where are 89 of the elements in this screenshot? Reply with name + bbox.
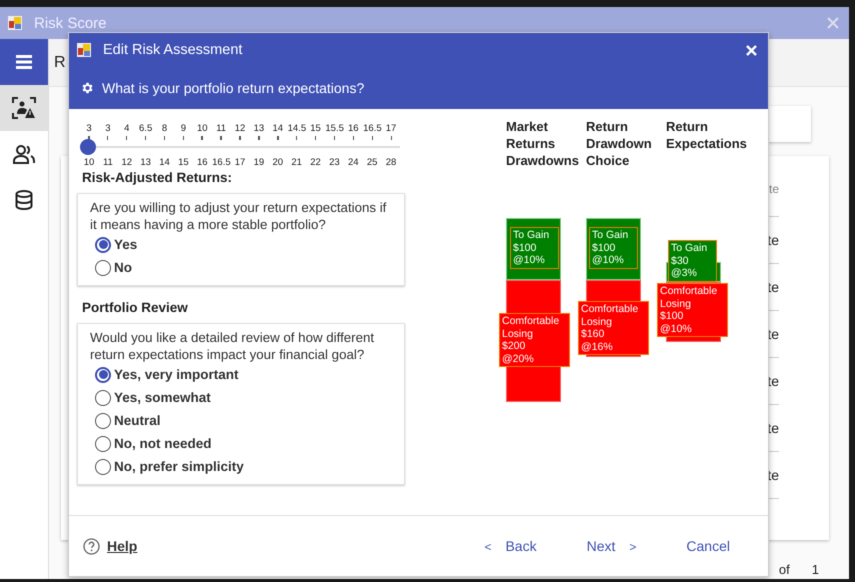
section-heading: Risk-Adjusted Returns: [81, 169, 234, 187]
radio-option[interactable]: Yes, very important [95, 363, 239, 386]
radio-option[interactable]: No, prefer simplicity [95, 455, 244, 478]
slider-label: 12 [120, 157, 134, 168]
gain-label: To Gain $100 @10% [589, 227, 638, 268]
sidebar-item[interactable] [0, 85, 48, 131]
radio-button[interactable] [95, 236, 111, 252]
column-header: Return Expectations [666, 118, 746, 152]
back-button[interactable]: < Back [484, 536, 537, 556]
slider-label: 22 [309, 157, 322, 168]
slider-label: 12 [234, 123, 246, 134]
dialog-title: Edit Risk Assessment [103, 42, 242, 58]
page-title: R [54, 54, 66, 72]
app-icon [8, 16, 22, 30]
loss-label: Comfortable Losing $160 @16% [578, 301, 649, 355]
radio-button[interactable] [95, 412, 111, 428]
gain-label: To Gain $30 @3% [668, 240, 717, 282]
page-count: 1 [812, 562, 819, 577]
column-header: Market Returns Drawdowns [506, 118, 580, 169]
slider-label: 13 [139, 157, 152, 168]
option-label: Yes, somewhat [114, 390, 211, 405]
radio-button[interactable] [95, 390, 111, 406]
slider-label: 25 [366, 157, 378, 168]
app-icon [77, 43, 91, 57]
slider-label: 17 [384, 123, 398, 134]
slider-label: 13 [252, 123, 266, 134]
slider-label: 9 [180, 123, 188, 134]
help-icon[interactable] [83, 538, 100, 554]
menu-icon [16, 55, 32, 69]
option-label: Yes [114, 237, 138, 252]
slider-label: 24 [346, 157, 360, 168]
slider-label: 20 [271, 157, 284, 168]
slider-label: 14 [158, 157, 171, 168]
slider-label: 10 [82, 157, 96, 168]
option-label: No, prefer simplicity [114, 459, 244, 474]
option-label: No, not needed [114, 436, 212, 451]
gain-label: To Gain $100 @10% [510, 227, 559, 268]
slider-label: 10 [196, 123, 209, 134]
slider-label: 23 [328, 157, 341, 168]
person-warning-icon [12, 97, 36, 119]
next-button[interactable]: Next > [586, 536, 636, 556]
question-text: Are you willing to adjust your return expectations if it means having a more stable portfolio? [90, 199, 388, 233]
slider-label: 3 [85, 123, 93, 134]
window-title: Risk Score [34, 14, 107, 32]
slider-label: 28 [384, 157, 398, 168]
help-link[interactable]: Help [107, 538, 138, 554]
people-icon [12, 144, 36, 164]
loss-label: Comfortable Losing $100 @10% [657, 283, 728, 337]
radio-option[interactable]: No [95, 256, 132, 279]
slider-label: 16 [346, 123, 360, 134]
slider-label: 16.5 [363, 123, 382, 134]
question-text: What is your portfolio return expectations? [102, 80, 364, 96]
option-label: Yes, very important [114, 367, 239, 382]
option-label: Neutral [114, 413, 161, 428]
slider-label: 4 [123, 123, 130, 134]
slider-label: 3 [104, 123, 112, 134]
slider-label: 16 [196, 157, 209, 168]
slider-label: 19 [252, 157, 266, 168]
sidebar-item[interactable] [0, 39, 48, 85]
slider-label: 21 [290, 157, 303, 168]
database-icon [15, 190, 33, 210]
radio-button[interactable] [95, 436, 111, 452]
radio-button[interactable] [95, 458, 111, 474]
question-text: Would you like a detailed review of how different return expectations impact your financial goal? [90, 329, 376, 363]
slider-label: 15 [177, 157, 190, 168]
radio-button[interactable] [95, 260, 111, 276]
radio-option[interactable]: Yes, somewhat [95, 386, 211, 409]
column-header: Return Drawdown Choice [586, 118, 653, 169]
slider-thumb[interactable] [80, 139, 96, 155]
slider-label: 6.5 [138, 123, 154, 134]
slider-label: 15 [309, 123, 322, 134]
slider-label: 14 [271, 123, 284, 134]
slider-label: 11 [215, 123, 228, 134]
pager-label: of [778, 562, 790, 577]
radio-option[interactable]: No, not needed [95, 432, 212, 455]
cancel-button[interactable]: Cancel [686, 536, 730, 556]
loss-label: Comfortable Losing $200 @20% [499, 313, 570, 367]
radio-button[interactable] [95, 366, 111, 382]
slider-label: 11 [102, 157, 114, 168]
option-label: No [114, 260, 132, 275]
radio-option[interactable]: Neutral [95, 409, 161, 432]
gear-icon [80, 81, 94, 95]
slider-label: 8 [160, 123, 168, 134]
radio-option[interactable]: Yes [95, 233, 138, 256]
slider-label: 14.5 [288, 123, 306, 134]
slider-label: 16.5 [212, 157, 230, 168]
section-heading: Portfolio Review [81, 299, 189, 317]
slider-label: 15.5 [325, 123, 344, 134]
slider-label: 17 [234, 157, 246, 168]
